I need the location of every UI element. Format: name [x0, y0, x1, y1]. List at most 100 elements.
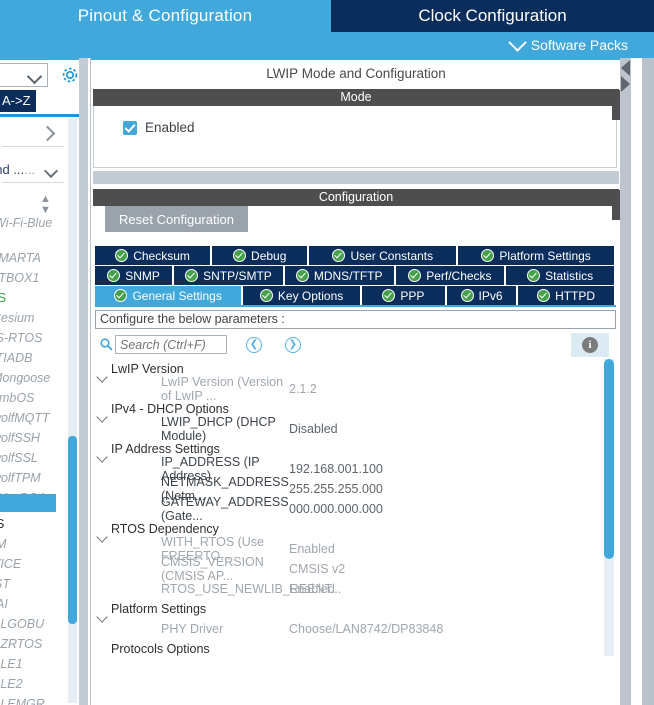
- tab-mdns-tftp[interactable]: MDNS/TFTP: [284, 266, 394, 285]
- list-item[interactable]: Mongoose: [0, 371, 68, 385]
- tree-group-label: RTOS Dependency: [111, 522, 219, 536]
- list-item[interactable]: BLE1: [0, 657, 68, 671]
- tree-group-label: Protocols Options: [111, 642, 210, 656]
- list-item[interactable]: ST: [0, 577, 70, 591]
- tab-checksum[interactable]: Checksum: [95, 246, 211, 265]
- tab-pinout-configuration[interactable]: Pinout & Configuration: [0, 0, 330, 32]
- check-circle-icon: [537, 289, 551, 302]
- sort-updown-icon[interactable]: ▲ ▼: [40, 194, 51, 216]
- list-item[interactable]: wolfMQTT: [0, 411, 68, 425]
- tab-user-constants[interactable]: User Constants: [309, 246, 457, 265]
- cubemx-window: Pinout & Configuration Clock Configurati…: [0, 0, 654, 705]
- sidebar-sort-az-badge[interactable]: A->Z: [0, 90, 36, 112]
- tree-parameter-row[interactable]: GATEWAY_ADDRESS (Gate... 000.000.000.000: [95, 495, 603, 523]
- list-item[interactable]: FS-RTOS: [0, 331, 64, 345]
- collapse-left-arrow-icon[interactable]: [621, 60, 630, 76]
- check-circle-icon: [460, 289, 474, 302]
- list-item[interactable]: VICE: [0, 557, 68, 571]
- sidebar-selected-row[interactable]: [0, 494, 56, 512]
- tree-parameter-row[interactable]: RTOS_USE_NEWLIB_REENT... Enabled: [95, 579, 603, 599]
- search-input[interactable]: [115, 335, 227, 354]
- mode-section-header: Mode: [93, 89, 619, 106]
- chevron-right-icon[interactable]: [39, 125, 56, 142]
- tree-parameter-value[interactable]: CMSIS v2: [289, 562, 345, 576]
- sidebar-scrollbar-thumb-2[interactable]: [68, 498, 77, 624]
- tree-parameter-row[interactable]: LwIP Version (Version of LwIP ... 2.1.2: [95, 375, 603, 403]
- parameter-tree[interactable]: LwIP Version LwIP Version (Version of LwI…: [95, 359, 603, 656]
- config-tab-row-3: General Settings Key Options PPP IPv6 HT…: [95, 286, 616, 305]
- tab-sntp-smtp[interactable]: SNTP/SMTP: [174, 266, 283, 285]
- tab-label: HTTPD: [555, 288, 596, 303]
- tab-perf-checks[interactable]: Perf/Checks: [395, 266, 505, 285]
- tree-parameter-row[interactable]: PHY Driver Choose/LAN8742/DP83848: [95, 619, 603, 639]
- enabled-checkbox-row[interactable]: Enabled: [123, 120, 195, 135]
- tree-parameter-row[interactable]: LWIP_DHCP (DHCP Module) Disabled: [95, 415, 603, 443]
- list-item[interactable]: embOS: [0, 391, 68, 405]
- list-item[interactable]: wolfSSL: [0, 451, 68, 465]
- check-circle-icon: [114, 289, 128, 302]
- search-next-button[interactable]: ❯: [285, 337, 301, 353]
- search-prev-button[interactable]: ❮: [246, 337, 262, 353]
- panel-top-accent: [91, 58, 621, 60]
- list-item[interactable]: AZRTOS: [0, 637, 68, 651]
- list-item[interactable]: wolfSSH: [0, 431, 68, 445]
- list-item[interactable]: AI: [0, 597, 72, 611]
- list-item[interactable]: M: [0, 537, 72, 551]
- chevron-down-icon[interactable]: [43, 163, 59, 179]
- tree-parameter-value[interactable]: Choose/LAN8742/DP83848: [289, 622, 443, 636]
- list-item[interactable]: S: [0, 517, 72, 531]
- right-gutter-bar: [620, 58, 631, 705]
- tree-group-row[interactable]: Protocols Options: [95, 639, 603, 656]
- right-outer-gutter: [642, 58, 654, 705]
- band-edge-config: [612, 190, 620, 220]
- tree-group-row[interactable]: Platform Settings: [95, 599, 603, 619]
- list-item[interactable]: STBOX1: [0, 271, 66, 285]
- section-separator: [93, 171, 619, 184]
- sidebar-and-label[interactable]: and ......: [0, 162, 35, 177]
- software-packs-menu[interactable]: Software Packs: [508, 32, 628, 57]
- collapse-right-arrow-icon[interactable]: [621, 76, 630, 92]
- tab-clock-configuration[interactable]: Clock Configuration: [331, 0, 654, 32]
- list-item[interactable]: BLEMGR: [0, 697, 68, 705]
- config-tab-row-2: SNMP SNTP/SMTP MDNS/TFTP Perf/Checks Sta…: [95, 266, 616, 285]
- parameter-tree-scrollbar-thumb[interactable]: [604, 359, 614, 559]
- chevron-down-icon: [26, 68, 43, 85]
- tab-label: MDNS/TFTP: [313, 268, 383, 283]
- tree-parameter-value[interactable]: 192.168.001.100: [289, 462, 383, 476]
- tree-parameter-value[interactable]: 000.000.000.000: [289, 502, 383, 516]
- list-item[interactable]: SMARTA: [0, 251, 66, 265]
- tree-parameter-value[interactable]: Enabled: [289, 542, 335, 556]
- list-item[interactable]: TTIADB: [0, 351, 64, 365]
- list-item[interactable]: Cesium: [0, 311, 68, 325]
- list-item[interactable]: ALGOBU: [0, 617, 68, 631]
- list-item[interactable]: wolfTPM: [0, 471, 68, 485]
- list-item[interactable]: Wi-Fi-Blue: [0, 216, 70, 230]
- tab-label: SNMP: [125, 268, 160, 283]
- reset-configuration-button[interactable]: Reset Configuration: [105, 206, 248, 232]
- tab-ipv6[interactable]: IPv6: [446, 286, 517, 305]
- tree-parameter-value[interactable]: 2.1.2: [289, 382, 317, 396]
- checkbox-checked-icon[interactable]: [123, 120, 137, 135]
- sidebar-filter-combobox[interactable]: [0, 63, 48, 87]
- check-circle-icon: [259, 289, 273, 302]
- tab-key-options[interactable]: Key Options: [243, 286, 360, 305]
- tab-statistics[interactable]: Statistics: [506, 266, 614, 285]
- tree-parameter-row[interactable]: CMSIS_VERSION (CMSIS AP... CMSIS v2: [95, 555, 603, 583]
- tab-general-settings[interactable]: General Settings: [95, 286, 242, 305]
- tree-parameter-value[interactable]: Enabled: [289, 582, 335, 596]
- tree-parameter-value[interactable]: 255.255.255.000: [289, 482, 383, 496]
- tab-platform-settings[interactable]: Platform Settings: [458, 246, 614, 265]
- tab-ppp[interactable]: PPP: [361, 286, 445, 305]
- info-button[interactable]: i: [571, 333, 609, 357]
- tree-parameter-value[interactable]: Disabled: [289, 422, 338, 436]
- info-icon: i: [582, 337, 598, 353]
- tab-label: Perf/Checks: [426, 268, 492, 283]
- list-item[interactable]: BLE2: [0, 677, 68, 691]
- check-circle-icon: [408, 269, 422, 282]
- tab-snmp[interactable]: SNMP: [95, 266, 173, 285]
- tabs-underline: [95, 305, 616, 307]
- gear-icon[interactable]: [60, 65, 80, 85]
- list-item[interactable]: OS: [0, 291, 64, 305]
- tab-debug[interactable]: Debug: [212, 246, 308, 265]
- tab-httpd[interactable]: HTTPD: [518, 286, 614, 305]
